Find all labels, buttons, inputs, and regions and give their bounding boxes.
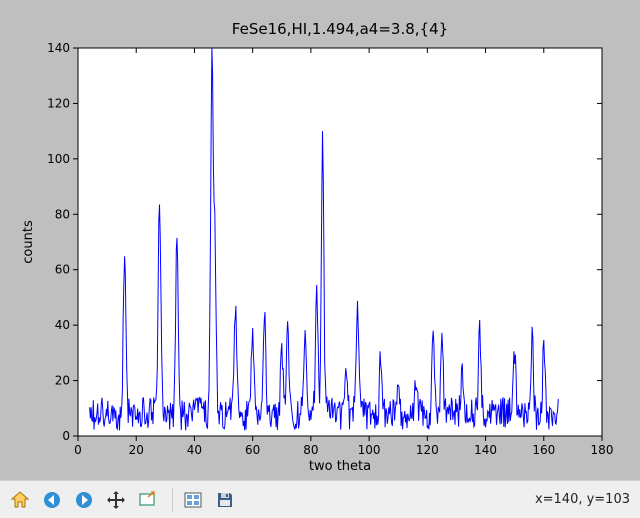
svg-text:140: 140: [47, 41, 70, 55]
svg-text:0: 0: [62, 429, 70, 443]
x-axis-label: two theta: [309, 459, 371, 474]
svg-text:160: 160: [532, 443, 555, 457]
matplotlib-toolbar: x=140, y=103: [0, 480, 640, 518]
arrow-right-icon: [74, 490, 94, 510]
svg-text:0: 0: [74, 443, 82, 457]
zoom-button[interactable]: [134, 486, 162, 514]
plot-canvas-area: FeSe16,HI,1.494,a4=3.8,{4} counts two th…: [0, 0, 640, 480]
svg-text:180: 180: [591, 443, 614, 457]
save-button[interactable]: [211, 486, 239, 514]
pan-button[interactable]: [102, 486, 130, 514]
svg-text:100: 100: [47, 152, 70, 166]
svg-text:20: 20: [55, 374, 70, 388]
svg-text:100: 100: [358, 443, 381, 457]
move-icon: [106, 490, 126, 510]
chart-title: FeSe16,HI,1.494,a4=3.8,{4}: [232, 20, 448, 38]
subplots-icon: [183, 490, 203, 510]
svg-text:20: 20: [129, 443, 144, 457]
app-window: FeSe16,HI,1.494,a4=3.8,{4} counts two th…: [0, 0, 640, 518]
svg-text:60: 60: [245, 443, 260, 457]
svg-text:60: 60: [55, 263, 70, 277]
svg-text:120: 120: [416, 443, 439, 457]
toolbar-separator: [172, 488, 173, 512]
back-button[interactable]: [38, 486, 66, 514]
forward-button[interactable]: [70, 486, 98, 514]
svg-text:40: 40: [187, 443, 202, 457]
zoom-icon: [138, 490, 158, 510]
home-icon: [10, 490, 30, 510]
svg-text:80: 80: [303, 443, 318, 457]
y-axis-label: counts: [21, 220, 36, 264]
arrow-left-icon: [42, 490, 62, 510]
configure-subplots-button[interactable]: [179, 486, 207, 514]
floppy-icon: [215, 490, 235, 510]
svg-text:120: 120: [47, 96, 70, 110]
home-button[interactable]: [6, 486, 34, 514]
plot-svg[interactable]: FeSe16,HI,1.494,a4=3.8,{4} counts two th…: [0, 0, 640, 480]
svg-text:40: 40: [55, 318, 70, 332]
svg-text:80: 80: [55, 207, 70, 221]
svg-text:140: 140: [474, 443, 497, 457]
cursor-coords: x=140, y=103: [535, 492, 634, 507]
